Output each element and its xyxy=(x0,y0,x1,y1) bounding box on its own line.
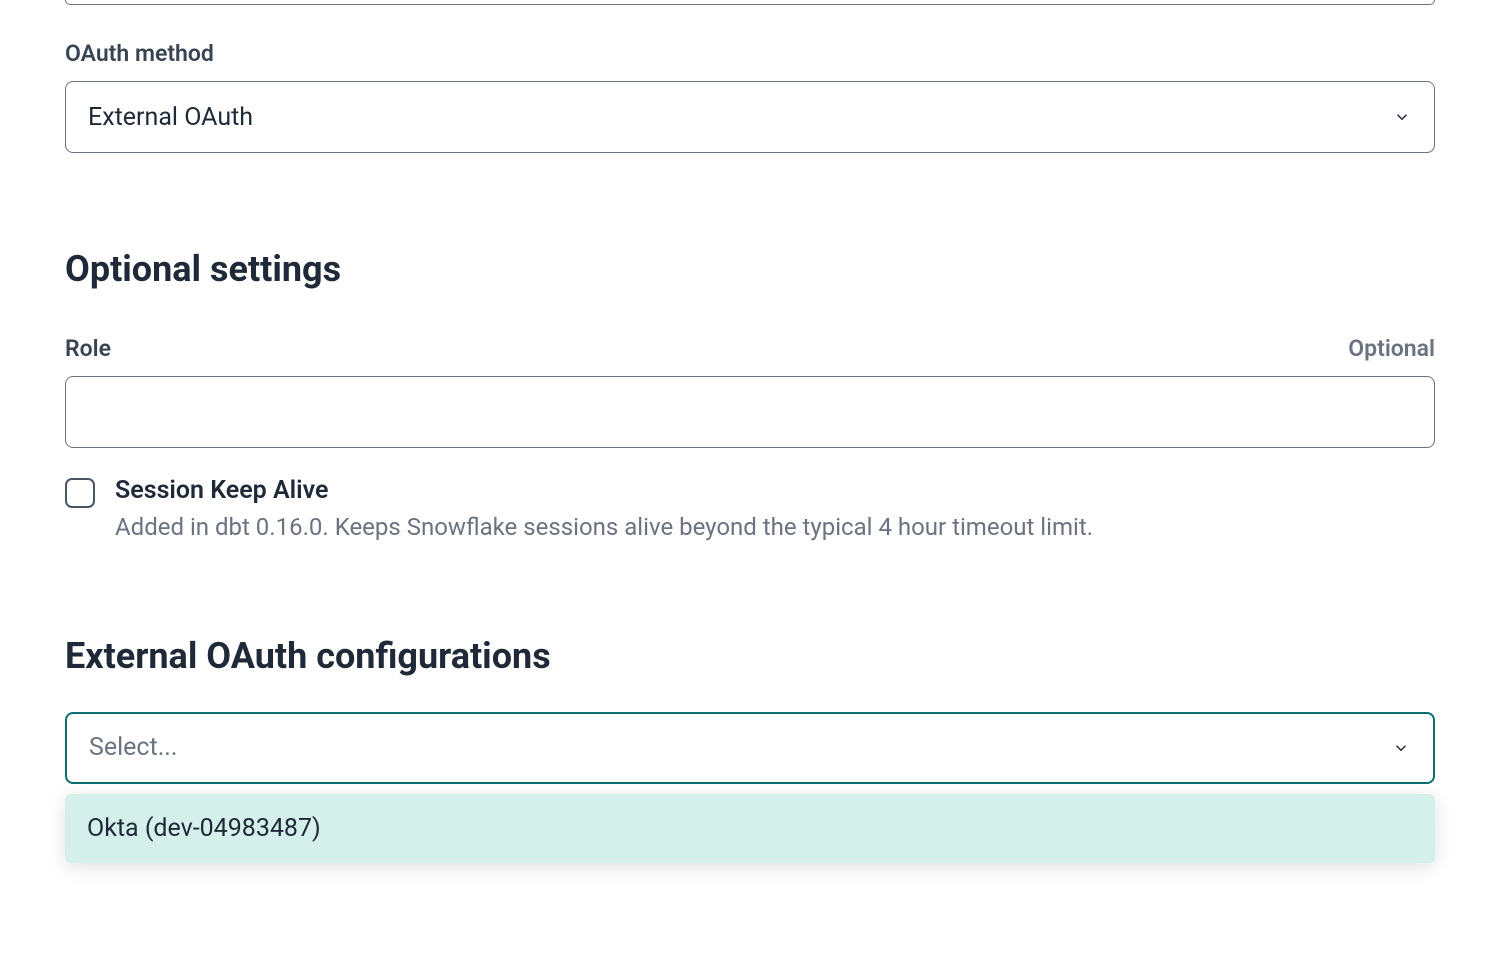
external-oauth-heading: External OAuth configurations xyxy=(65,635,1435,677)
external-oauth-dropdown-panel: Okta (dev-04983487) xyxy=(65,794,1435,863)
external-oauth-select[interactable]: Select... xyxy=(65,712,1435,784)
oauth-method-field: OAuth method External OAuth xyxy=(65,40,1435,153)
external-oauth-placeholder: Select... xyxy=(89,733,177,762)
session-keep-alive-checkbox[interactable] xyxy=(65,478,95,508)
optional-settings-heading: Optional settings xyxy=(65,248,1435,290)
role-field: Role Optional xyxy=(65,335,1435,448)
partial-field-above xyxy=(65,0,1435,5)
session-keep-alive-title: Session Keep Alive xyxy=(115,476,1435,505)
role-input[interactable] xyxy=(65,376,1435,448)
role-label-row: Role Optional xyxy=(65,335,1435,362)
oauth-method-value: External OAuth xyxy=(88,103,253,132)
chevron-down-icon xyxy=(1392,107,1412,127)
external-oauth-option-okta[interactable]: Okta (dev-04983487) xyxy=(65,794,1435,863)
oauth-method-label: OAuth method xyxy=(65,40,1435,67)
session-keep-alive-content: Session Keep Alive Added in dbt 0.16.0. … xyxy=(115,476,1435,545)
role-optional-text: Optional xyxy=(1348,335,1435,362)
session-keep-alive-row: Session Keep Alive Added in dbt 0.16.0. … xyxy=(65,476,1435,545)
external-oauth-dropdown-container: Select... Okta (dev-04983487) xyxy=(65,712,1435,784)
session-keep-alive-description: Added in dbt 0.16.0. Keeps Snowflake ses… xyxy=(115,511,1435,545)
oauth-method-select[interactable]: External OAuth xyxy=(65,81,1435,153)
chevron-down-icon xyxy=(1391,738,1411,758)
role-label: Role xyxy=(65,335,111,362)
